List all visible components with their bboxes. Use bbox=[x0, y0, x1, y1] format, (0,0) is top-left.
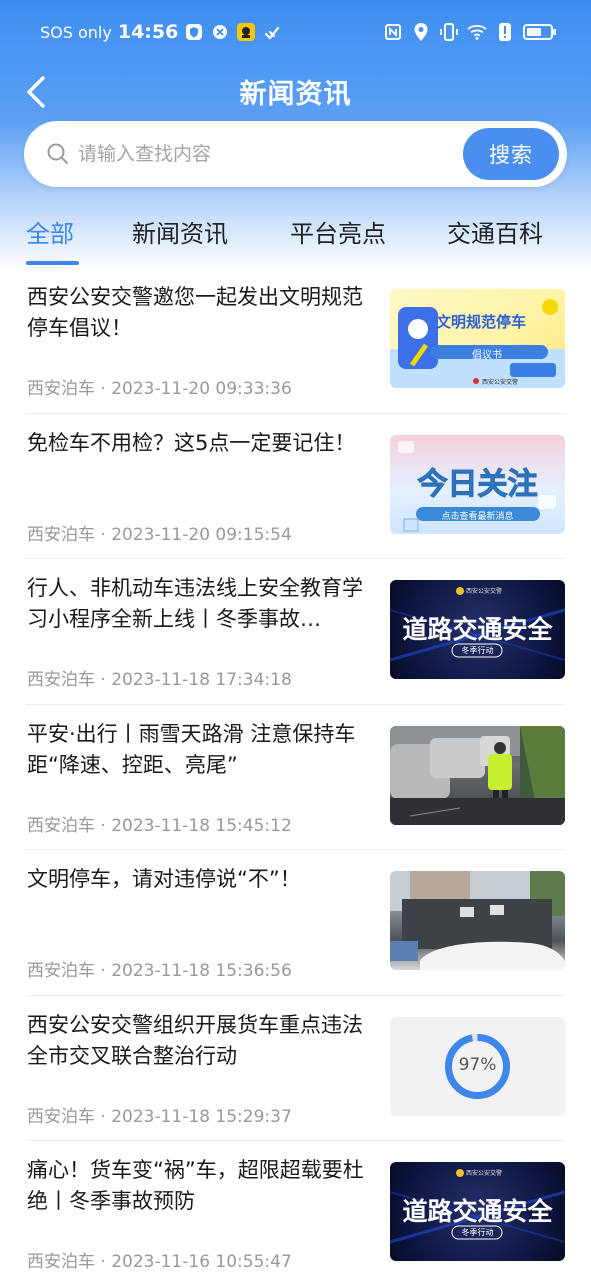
thumb-heading: 道路交通安全 bbox=[402, 1197, 553, 1226]
tab-traffic-encyclopedia[interactable]: 交通百科 bbox=[447, 214, 543, 249]
thumb-footer: 西安公安交警 bbox=[466, 588, 503, 595]
news-thumbnail: 西安公安交警 道路交通安全 冬季行动 bbox=[390, 580, 565, 679]
news-thumbnail bbox=[390, 725, 565, 825]
news-thumbnail: 文明规范停车 倡议书 西安公安交警 bbox=[390, 289, 565, 388]
news-item[interactable]: 行人、非机动车违法线上安全教育学习小程序全新上线丨冬季事故… 西安泊车 · 20… bbox=[0, 559, 591, 705]
battery-level bbox=[527, 28, 542, 36]
thumb-footer: 西安公安交警 bbox=[482, 379, 519, 386]
shield-app-icon bbox=[184, 22, 204, 42]
rainy-road-photo bbox=[390, 725, 565, 825]
news-title: 行人、非机动车违法线上安全教育学习小程序全新上线丨冬季事故… bbox=[27, 576, 363, 631]
news-item[interactable]: 西安公安交警邀您一起发出文明规范停车倡议！ 西安泊车 · 2023-11-20 … bbox=[0, 268, 591, 414]
news-title: 西安公安交警组织开展货车重点违法全市交叉联合整治行动 bbox=[27, 1012, 363, 1068]
news-meta: 西安泊车 · 2023-11-18 17:34:18 bbox=[27, 670, 292, 690]
news-meta: 西安泊车 · 2023-11-20 09:15:54 bbox=[27, 524, 292, 545]
thumb-footer: 西安公安交警 bbox=[466, 1170, 503, 1177]
search-icon bbox=[47, 143, 68, 164]
link-icon bbox=[262, 22, 282, 42]
thumb-sub: 冬季行动 bbox=[461, 646, 494, 655]
wifi-icon bbox=[467, 22, 487, 42]
search-button[interactable]: 搜索 bbox=[463, 128, 559, 180]
close-circle-icon bbox=[210, 22, 230, 42]
search-bar: 搜索 bbox=[24, 121, 567, 187]
clock: 14:56 bbox=[117, 21, 179, 43]
app-badge-icon bbox=[236, 22, 256, 42]
civil-parking-poster bbox=[390, 299, 565, 388]
news-thumbnail bbox=[390, 871, 565, 970]
news-title: 平安·出行丨雨雪天路滑 注意保持车距“降速、控距、亮尾” bbox=[27, 721, 356, 777]
parked-car-photo bbox=[390, 871, 565, 970]
news-thumbnail-loading: 97% bbox=[390, 1016, 565, 1116]
news-item[interactable]: 平安·出行丨雨雪天路滑 注意保持车距“降速、控距、亮尾” 西安泊车 · 2023… bbox=[0, 705, 591, 850]
news-thumbnail: 西安公安交警 道路交通安全 冬季行动 bbox=[390, 1162, 565, 1261]
news-item[interactable]: 西安公安交警组织开展货车重点违法全市交叉联合整治行动 西安泊车 · 2023-1… bbox=[0, 996, 591, 1141]
category-tabs: 全部 新闻资讯 平台亮点 交通百科 bbox=[0, 208, 591, 266]
news-title: 文明停车，请对违停说“不”！ bbox=[27, 867, 301, 891]
news-meta: 西安泊车 · 2023-11-18 15:36:56 bbox=[27, 961, 292, 981]
news-meta: 西安泊车 · 2023-11-20 09:33:36 bbox=[27, 379, 292, 399]
news-meta: 西安泊车 · 2023-11-18 15:45:12 bbox=[27, 815, 292, 836]
thumb-heading: 道路交通安全 bbox=[402, 615, 553, 644]
thumb-heading: 今日关注 bbox=[417, 466, 538, 502]
thumb-sub: 倡议书 bbox=[472, 350, 502, 361]
thumb-sub: 点击查看最新消息 bbox=[441, 511, 514, 522]
news-meta: 西安泊车 · 2023-11-18 15:29:37 bbox=[27, 1106, 292, 1127]
news-title: 西安公安交警邀您一起发出文明规范停车倡议！ bbox=[27, 285, 363, 340]
news-title: 免检车不用检？这5点一定要记住！ bbox=[27, 430, 356, 455]
news-meta: 西安泊车 · 2023-11-16 10:55:47 bbox=[27, 1252, 292, 1272]
page-title: 新闻资讯 bbox=[239, 79, 352, 110]
vibrate-icon bbox=[439, 22, 459, 42]
location-icon bbox=[411, 22, 431, 42]
news-thumbnail: 今日关注 点击查看最新消息 bbox=[390, 434, 565, 534]
search-input[interactable] bbox=[78, 135, 418, 173]
news-list: 西安公安交警邀您一起发出文明规范停车倡议！ 西安泊车 · 2023-11-20 … bbox=[0, 268, 591, 1280]
news-title: 痛心！货车变“祸”车，超限超载要杜绝丨冬季事故预防 bbox=[27, 1158, 364, 1213]
status-right bbox=[383, 22, 556, 42]
tab-all[interactable]: 全部 bbox=[26, 214, 74, 249]
tab-platform-highlights[interactable]: 平台亮点 bbox=[290, 214, 386, 249]
news-item[interactable]: 文明停车，请对违停说“不”！ 西安泊车 · 2023-11-18 15:36:5… bbox=[0, 850, 591, 996]
battery-icon bbox=[523, 24, 556, 40]
nav-bar: 新闻资讯 bbox=[0, 64, 591, 120]
active-tab-indicator bbox=[26, 261, 79, 265]
status-bar: SOS only 14:56 bbox=[0, 0, 591, 64]
news-item[interactable]: 痛心！货车变“祸”车，超限超载要杜绝丨冬季事故预防 西安泊车 · 2023-11… bbox=[0, 1141, 591, 1280]
status-left: SOS only 14:56 bbox=[40, 21, 282, 43]
tab-news[interactable]: 新闻资讯 bbox=[132, 214, 228, 249]
sos-text: SOS only bbox=[40, 22, 112, 42]
alert-icon bbox=[495, 22, 515, 42]
nfc-icon bbox=[383, 22, 403, 42]
thumb-sub: 冬季行动 bbox=[461, 1228, 494, 1237]
thumb-heading: 文明规范停车 bbox=[436, 313, 527, 331]
news-item[interactable]: 免检车不用检？这5点一定要记住！ 西安泊车 · 2023-11-20 09:15… bbox=[0, 414, 591, 559]
progress-label: 97% bbox=[458, 1054, 497, 1075]
